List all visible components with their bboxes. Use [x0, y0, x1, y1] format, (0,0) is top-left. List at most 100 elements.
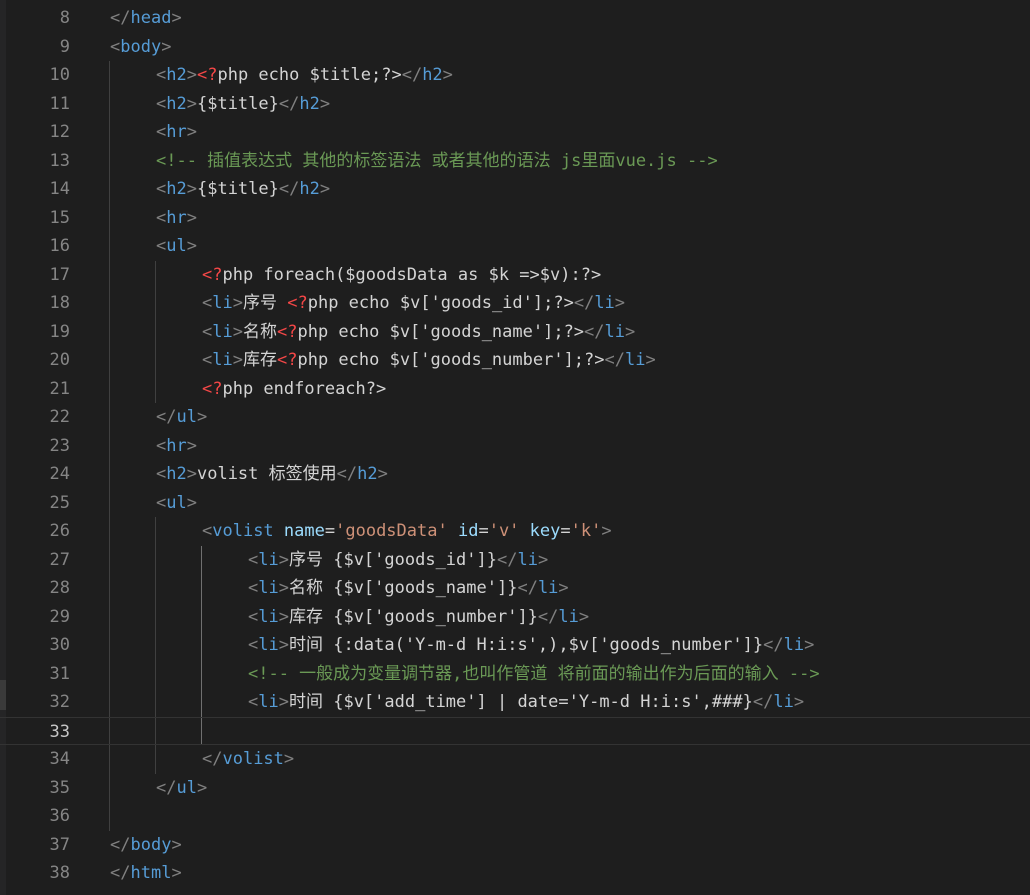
code-text: <li>名称 {$v['goods_name']}</li> — [248, 574, 569, 603]
code-line[interactable]: 35 </ul> — [0, 774, 1030, 803]
code-token: php echo $v['goods_name'];?> — [297, 321, 585, 342]
code-token: </ — [156, 407, 177, 427]
code-line[interactable]: 23 <hr> — [0, 432, 1030, 461]
code-line[interactable]: 14 <h2>{$title}</h2> — [0, 175, 1030, 204]
code-token: </ — [278, 93, 300, 114]
code-line[interactable]: 25 <ul> — [0, 489, 1030, 518]
code-text: </html> — [110, 859, 182, 888]
code-token: < — [156, 93, 167, 114]
code-text: <li>时间 {$v['add_time'] | date='Y-m-d H:i… — [248, 688, 804, 717]
code-token: 时间 {$v['add_time'] | date='Y-m-d H:i:s',… — [288, 692, 753, 712]
code-line[interactable]: 32 <li>时间 {$v['add_time'] | date='Y-m-d H… — [0, 688, 1030, 717]
code-token: < — [248, 549, 259, 570]
code-line[interactable]: 17 <?php foreach($goodsData as $k =>$v):?… — [0, 261, 1030, 290]
code-line[interactable]: 21 <?php endforeach?> — [0, 375, 1030, 404]
code-token: h2 — [166, 179, 187, 199]
code-token: li — [212, 321, 233, 342]
code-token: 序号 — [242, 293, 288, 313]
line-number: 25 — [49, 492, 70, 513]
line-number: 24 — [49, 464, 70, 484]
code-token: 时间 {:data('Y-m-d H:i:s',),$v['goods_numb… — [288, 635, 764, 655]
code-text: <li>库存<?php echo $v['goods_number'];?></… — [202, 346, 656, 375]
code-line[interactable]: 18 <li>序号 <?php echo $v['goods_id'];?></l… — [0, 289, 1030, 318]
code-line[interactable]: 15 <hr> — [0, 204, 1030, 233]
code-editor[interactable]: 8 </head> 9 <body> 10 <h2><?php echo $title;?… — [0, 0, 1030, 895]
code-token: h2 — [357, 464, 378, 484]
code-line[interactable]: 34 </volist> — [0, 745, 1030, 774]
code-token: id — [457, 521, 479, 541]
code-line[interactable]: 12 <hr> — [0, 118, 1030, 147]
code-token: < — [156, 207, 167, 228]
code-token: > — [171, 8, 182, 28]
code-line[interactable]: 19 <li>名称<?php echo $v['goods_name'];?></… — [0, 318, 1030, 347]
code-text: <ul> — [156, 232, 197, 261]
code-token: 序号 {$v['goods_id']} — [288, 549, 497, 570]
code-token: < — [202, 521, 213, 541]
code-token: = — [478, 521, 489, 541]
code-token: < — [248, 692, 259, 712]
code-token: < — [156, 492, 167, 513]
code-token: </ — [573, 293, 595, 313]
code-line[interactable]: 20 <li>库存<?php echo $v['goods_number'];?>… — [0, 346, 1030, 375]
line-number: 28 — [49, 578, 70, 598]
code-token: > — [161, 36, 172, 57]
code-line[interactable]: 9 <body> — [0, 33, 1030, 62]
code-token: li — [773, 692, 794, 712]
line-number: 23 — [49, 435, 70, 456]
code-token: </ — [278, 179, 300, 199]
code-token: </ — [763, 635, 784, 655]
code-line[interactable]: 28 <li>名称 {$v['goods_name']}</li> — [0, 574, 1030, 603]
code-token: php echo $v['goods_number'];?> — [297, 350, 605, 370]
code-line[interactable]: 31 <!-- 一般成为变量调节器,也叫作管道 将前面的输出作为后面的输入 --> — [0, 660, 1030, 689]
line-number: 35 — [49, 777, 70, 798]
code-line[interactable]: 16 <ul> — [0, 232, 1030, 261]
code-token: < — [156, 122, 167, 142]
code-token: > — [186, 236, 197, 256]
code-token: > — [278, 635, 289, 655]
code-token: < — [202, 293, 213, 313]
code-line[interactable]: 38 </html> — [0, 859, 1030, 888]
code-text: <li>序号 {$v['goods_id']}</li> — [248, 546, 548, 575]
code-token: > — [186, 179, 197, 199]
code-token: ul — [176, 407, 197, 427]
line-number: 17 — [49, 264, 70, 285]
code-line[interactable]: 24 <h2>volist 标签使用</h2> — [0, 460, 1030, 489]
code-line[interactable]: 27 <li>序号 {$v['goods_id']}</li> — [0, 546, 1030, 575]
code-line[interactable]: 30 <li>时间 {:data('Y-m-d H:i:s',),$v['good… — [0, 631, 1030, 660]
line-number: 32 — [49, 692, 70, 712]
code-line[interactable]: 11 <h2>{$title}</h2> — [0, 90, 1030, 119]
code-token: > — [283, 749, 295, 769]
code-line[interactable]: 29 <li>库存 {$v['goods_number']}</li> — [0, 603, 1030, 632]
code-token: <? — [276, 350, 298, 370]
code-token: > — [186, 65, 197, 85]
code-token: li — [517, 549, 538, 570]
code-line[interactable]: 37 </body> — [0, 831, 1030, 860]
code-token: < — [202, 321, 213, 342]
code-token: </ — [110, 834, 131, 855]
code-line[interactable]: 36 — [0, 802, 1030, 831]
code-token: > — [377, 464, 388, 484]
code-token: ul — [176, 777, 197, 798]
code-line[interactable]: 26 <volist name='goodsData' id='v' key='k… — [0, 517, 1030, 546]
line-number: 20 — [49, 350, 70, 370]
code-token: > — [319, 93, 331, 114]
code-token: </ — [584, 321, 605, 342]
code-line[interactable]: 10 <h2><?php echo $title;?></h2> — [0, 61, 1030, 90]
code-token: > — [278, 549, 289, 570]
code-token: 'v' — [488, 521, 520, 541]
code-line[interactable]: 33 — [0, 716, 1030, 745]
code-text: <hr> — [156, 204, 197, 233]
code-token: hr — [166, 207, 187, 228]
code-line[interactable]: 13 <!-- 插值表达式 其他的标签语法 或者其他的语法 js里面vue.js … — [0, 147, 1030, 176]
line-number: 21 — [49, 378, 70, 399]
code-token: = — [324, 521, 336, 541]
code-line[interactable]: 22 </ul> — [0, 403, 1030, 432]
code-token: </ — [110, 8, 131, 28]
code-line[interactable]: 8 </head> — [0, 4, 1030, 33]
code-text: <li>库存 {$v['goods_number']}</li> — [248, 603, 589, 632]
code-text: <!-- 插值表达式 其他的标签语法 或者其他的语法 js里面vue.js --… — [156, 147, 718, 176]
code-text: <volist name='goodsData' id='v' key='k'> — [202, 517, 612, 546]
code-text: <!-- 一般成为变量调节器,也叫作管道 将前面的输出作为后面的输入 --> — [248, 660, 820, 689]
line-number: 11 — [49, 93, 70, 114]
